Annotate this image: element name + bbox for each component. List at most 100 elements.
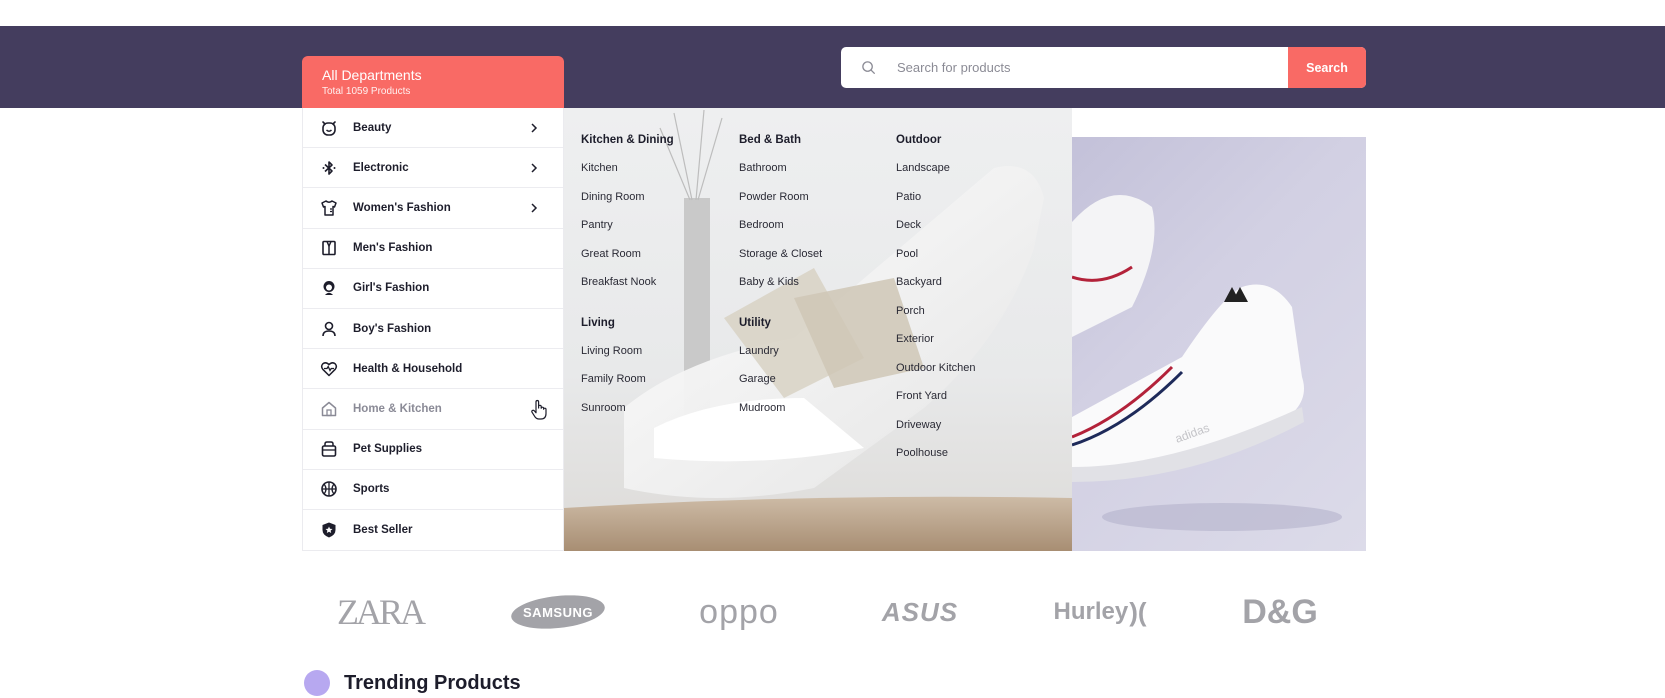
pet-carrier-icon <box>321 441 337 457</box>
category-link[interactable]: Breakfast Nook <box>581 274 731 303</box>
sidebar-item-beauty[interactable]: Beauty <box>303 108 563 149</box>
sidebar-item-home-kitchen[interactable]: Home & Kitchen <box>303 389 563 430</box>
departments-subtitle: Total 1059 Products <box>322 86 411 97</box>
category-heading[interactable]: Utility <box>739 315 889 343</box>
header-band <box>0 26 1665 108</box>
sidebar-item-label: Best Seller <box>353 523 413 536</box>
chevron-right-icon <box>531 203 538 213</box>
sidebar-item-label: Health & Household <box>353 362 463 375</box>
category-link[interactable]: Family Room <box>581 371 731 400</box>
category-link[interactable]: Outdoor Kitchen <box>896 360 1046 389</box>
dg-logo-text: D&G <box>1242 592 1318 631</box>
search-icon <box>862 61 875 74</box>
search-bar: Search <box>841 47 1366 88</box>
hurley-symbol-icon: )( <box>1129 596 1147 627</box>
sidebar-item-health-household[interactable]: Health & Household <box>303 349 563 390</box>
brand-logo-hurley[interactable]: Hurley )( <box>1045 584 1155 640</box>
sidebar-item-label: Electronic <box>353 161 409 174</box>
bear-face-icon <box>322 120 336 136</box>
category-link[interactable]: Bedroom <box>739 217 889 246</box>
category-link[interactable]: Front Yard <box>896 388 1046 417</box>
brand-logo-samsung[interactable]: SAMSUNG <box>508 584 608 640</box>
sidebar-item-boys-fashion[interactable]: Boy's Fashion <box>303 309 563 350</box>
category-heading[interactable]: Outdoor <box>896 132 1046 160</box>
sidebar-item-sports[interactable]: Sports <box>303 470 563 510</box>
brand-logos-row: ZARA SAMSUNG oppo ASUS Hurley )( D&G <box>330 584 1340 640</box>
category-link[interactable]: Porch <box>896 303 1046 332</box>
search-button[interactable]: Search <box>1288 47 1366 88</box>
sneaker-image: adidas <box>1072 195 1342 531</box>
category-link[interactable]: Great Room <box>581 246 731 275</box>
category-link[interactable]: Bathroom <box>739 160 889 189</box>
mega-menu-panel: Kitchen & Dining Kitchen Dining Room Pan… <box>564 108 1072 551</box>
mega-column-1: Kitchen & Dining Kitchen Dining Room Pan… <box>581 132 731 428</box>
sidebar-item-electronic[interactable]: Electronic <box>303 148 563 189</box>
mega-column-3: Outdoor Landscape Patio Deck Pool Backya… <box>896 132 1046 474</box>
trending-section-header: Trending Products <box>304 668 521 698</box>
hero-banner[interactable]: adidas <box>1072 137 1366 551</box>
top-strip <box>0 0 1665 26</box>
sidebar-item-label: Women's Fashion <box>353 201 451 214</box>
asus-logo-text: ASUS <box>881 596 959 627</box>
category-link[interactable]: Dining Room <box>581 189 731 218</box>
category-link[interactable]: Powder Room <box>739 189 889 218</box>
category-link[interactable]: Landscape <box>896 160 1046 189</box>
sidebar-item-label: Beauty <box>353 121 392 134</box>
category-heading[interactable]: Living <box>581 315 731 343</box>
heart-pulse-icon <box>320 361 338 376</box>
category-link[interactable]: Storage & Closet <box>739 246 889 275</box>
sidebar-item-pet-supplies[interactable]: Pet Supplies <box>303 430 563 470</box>
sidebar-item-best-seller[interactable]: Best Seller <box>303 510 563 550</box>
search-input[interactable] <box>897 47 1287 88</box>
category-link[interactable]: Exterior <box>896 331 1046 360</box>
category-link[interactable]: Backyard <box>896 274 1046 303</box>
category-heading[interactable]: Bed & Bath <box>739 132 889 160</box>
sidebar-item-label: Men's Fashion <box>353 242 433 255</box>
sidebar-item-girls-fashion[interactable]: Girl's Fashion <box>303 269 563 309</box>
category-link[interactable]: Driveway <box>896 417 1046 446</box>
mega-column-2: Bed & Bath Bathroom Powder Room Bedroom … <box>739 132 889 428</box>
trending-title: Trending Products <box>344 671 521 694</box>
category-link[interactable]: Laundry <box>739 343 889 372</box>
all-departments-button[interactable]: All Departments Total 1059 Products <box>302 56 564 108</box>
chevron-right-icon <box>531 123 538 133</box>
mega-menu-columns: Kitchen & Dining Kitchen Dining Room Pan… <box>564 108 1072 551</box>
category-link[interactable]: Patio <box>896 189 1046 218</box>
girl-icon <box>323 281 335 296</box>
brand-logo-zara[interactable]: ZARA <box>330 584 430 640</box>
category-link[interactable]: Living Room <box>581 343 731 372</box>
category-link[interactable]: Sunroom <box>581 400 731 429</box>
hurley-logo-text: Hurley <box>1053 598 1129 625</box>
basketball-icon <box>321 481 337 498</box>
suit-icon <box>322 240 336 256</box>
category-link[interactable]: Mudroom <box>739 400 889 429</box>
badge-icon <box>322 522 336 538</box>
category-link[interactable]: Garage <box>739 371 889 400</box>
samsung-logo-text: SAMSUNG <box>523 604 593 620</box>
brand-logo-asus[interactable]: ASUS <box>870 584 970 640</box>
sidebar-item-label: Sports <box>353 483 390 496</box>
category-heading[interactable]: Kitchen & Dining <box>581 132 731 160</box>
sidebar-item-womens-fashion[interactable]: Women's Fashion <box>303 188 563 229</box>
category-link[interactable]: Poolhouse <box>896 445 1046 474</box>
sidebar-item-label: Home & Kitchen <box>353 402 442 415</box>
sidebar-item-label: Pet Supplies <box>353 443 423 456</box>
brand-logo-oppo[interactable]: oppo <box>684 584 794 640</box>
oppo-logo-text: oppo <box>699 592 779 631</box>
category-link[interactable]: Deck <box>896 217 1046 246</box>
zara-logo-text: ZARA <box>337 592 426 632</box>
sidebar-item-mens-fashion[interactable]: Men's Fashion <box>303 229 563 269</box>
departments-sidebar: Beauty Electronic Women's Fashion Men's … <box>302 108 564 551</box>
trending-dot-icon <box>304 670 330 696</box>
brand-logo-dg[interactable]: D&G <box>1230 584 1330 640</box>
chevron-right-icon <box>531 163 538 173</box>
category-link[interactable]: Kitchen <box>581 160 731 189</box>
bluetooth-icon <box>322 160 336 175</box>
departments-title: All Departments <box>322 67 422 83</box>
sidebar-item-label: Girl's Fashion <box>353 282 430 295</box>
category-link[interactable]: Pantry <box>581 217 731 246</box>
home-icon <box>321 401 337 417</box>
category-link[interactable]: Baby & Kids <box>739 274 889 303</box>
dress-icon <box>321 200 337 216</box>
category-link[interactable]: Pool <box>896 246 1046 275</box>
